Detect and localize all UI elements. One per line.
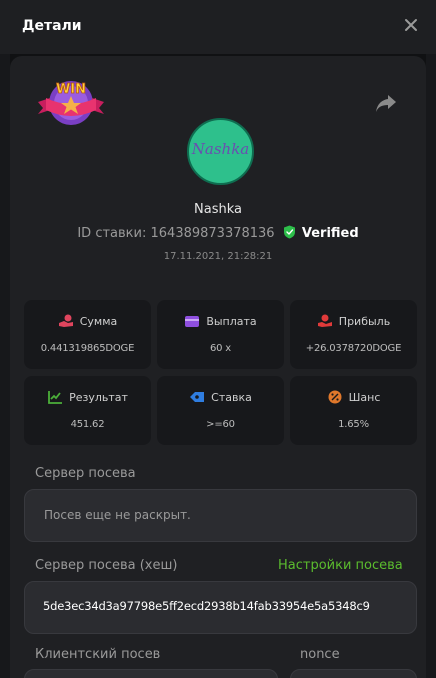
username: Nashka [194, 202, 242, 217]
server-seed-hash-value: 5de3ec34d3a97798e5ff2ecd2938b14fab33954e… [43, 599, 370, 613]
stat-value: 0.441319865DOGE [40, 343, 135, 354]
stat-label: Прибыль [338, 315, 391, 328]
bet-id-label: ID ставки: [77, 226, 147, 241]
wallet-icon [185, 316, 200, 327]
client-seed-field[interactable] [24, 669, 278, 678]
stat-card-result: Результат 451.62 [24, 376, 151, 445]
stat-card-amount: Сумма 0.441319865DOGE [24, 300, 151, 369]
stat-value: 451.62 [70, 419, 105, 430]
backdrop-left [0, 0, 10, 678]
backdrop-right [426, 0, 436, 678]
bet-id-value: 164389873378136 [150, 226, 275, 241]
server-seed-field[interactable]: Посев еще не раскрыт. [24, 489, 417, 542]
nonce-label: nonce [300, 647, 340, 662]
bet-tag-icon [190, 392, 205, 402]
stat-card-payout: Выплата 60 x [157, 300, 284, 369]
stat-value: 60 x [209, 343, 232, 354]
stat-card-profit: Прибыль +26.0378720DOGE [290, 300, 417, 369]
stat-label: Выплата [206, 315, 257, 328]
stat-label: Сумма [79, 315, 118, 328]
win-badge-text: WIN [56, 82, 86, 97]
percent-icon [328, 390, 342, 404]
stat-label: Ставка [211, 391, 252, 404]
stat-card-chance: Шанс 1.65% [290, 376, 417, 445]
stat-value: 1.65% [338, 419, 369, 430]
share-icon[interactable] [374, 92, 398, 114]
server-seed-hash-field[interactable]: 5de3ec34d3a97798e5ff2ecd2938b14fab33954e… [24, 581, 417, 634]
server-seed-value: Посев еще не раскрыт. [44, 508, 191, 522]
avatar-text: Nashka [191, 140, 250, 158]
result-chart-icon [48, 391, 63, 404]
stat-label: Результат [69, 391, 128, 404]
close-icon[interactable] [400, 14, 422, 36]
stat-value: >=60 [206, 419, 235, 430]
bet-id-row: ID ставки: 164389873378136 Verified [0, 225, 436, 241]
profit-hand-icon [317, 314, 332, 327]
verified-label: Verified [301, 226, 359, 241]
coins-hand-icon [58, 314, 73, 327]
bet-datetime: 17.11.2021, 21:28:21 [163, 251, 273, 262]
server-seed-label: Сервер посева [35, 466, 136, 481]
win-badge-icon: WIN [38, 81, 104, 125]
server-seed-hash-label: Сервер посева (хеш) [35, 558, 178, 573]
stat-label: Шанс [348, 391, 381, 404]
client-seed-label: Клиентский посев [35, 647, 161, 662]
stat-value: +26.0378720DOGE [305, 343, 402, 354]
avatar: Nashka [187, 118, 254, 185]
seed-settings-link[interactable]: Настройки посева [278, 558, 403, 573]
modal-title: Детали [22, 18, 82, 34]
modal-header: Детали [0, 0, 436, 54]
verified-shield-icon [283, 225, 295, 239]
stat-card-bet: Ставка >=60 [157, 376, 284, 445]
nonce-field[interactable] [290, 669, 417, 678]
